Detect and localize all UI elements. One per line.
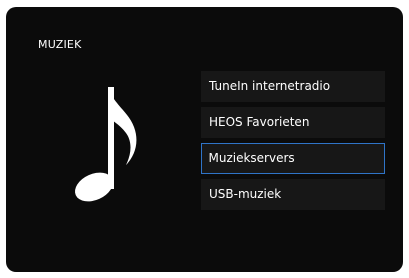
muziek-screen: MUZIEK TuneIn internetradio HEOS Favorie…: [6, 7, 403, 272]
menu-item-usb-muziek[interactable]: USB-muziek: [201, 179, 385, 210]
menu-item-heos-favorieten[interactable]: HEOS Favorieten: [201, 107, 385, 138]
source-menu: TuneIn internetradio HEOS Favorieten Muz…: [201, 71, 385, 215]
screen-title: MUZIEK: [38, 38, 82, 51]
music-note-icon: [66, 79, 146, 209]
menu-item-muziekservers[interactable]: Muziekservers: [201, 143, 385, 174]
menu-item-label: USB-muziek: [209, 187, 282, 201]
menu-item-label: Muziekservers: [208, 151, 295, 165]
menu-item-label: HEOS Favorieten: [209, 115, 310, 129]
menu-item-tunein[interactable]: TuneIn internetradio: [201, 71, 385, 102]
menu-item-label: TuneIn internetradio: [209, 79, 331, 93]
